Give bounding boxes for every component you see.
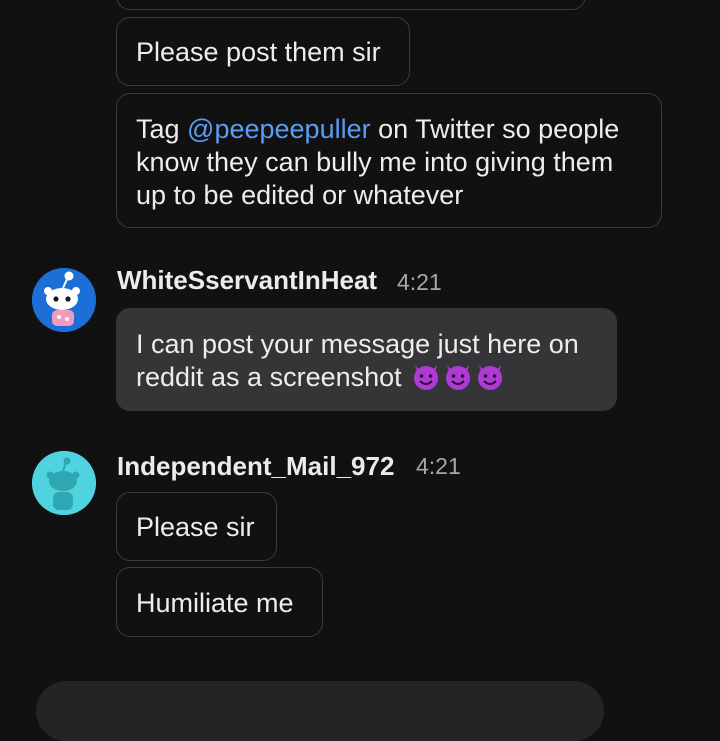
message-bubble[interactable]: Please post them sir <box>116 17 410 86</box>
smiling-devil-icon <box>475 361 505 399</box>
smiling-devil-icon <box>443 361 473 399</box>
message-bubble-cut[interactable] <box>116 0 586 10</box>
message-author[interactable]: WhiteSservantInHeat <box>117 265 377 296</box>
message-bubble[interactable]: Humiliate me <box>116 567 323 637</box>
message-timestamp: 4:21 <box>397 269 442 295</box>
message-text: Please post them sir <box>136 37 381 67</box>
user-avatar[interactable] <box>32 451 96 515</box>
message-text: Humiliate me <box>136 588 294 618</box>
message-timestamp: 4:21 <box>416 453 461 479</box>
user-avatar[interactable] <box>32 268 96 332</box>
message-text: Please sir <box>136 512 255 542</box>
smiling-devil-icon <box>411 361 441 399</box>
user-mention-link[interactable]: @peepeepuller <box>187 114 371 144</box>
snoo-avatar-icon <box>32 451 96 515</box>
message-text: Tag <box>136 114 188 144</box>
message-bubble[interactable]: Please sir <box>116 492 277 561</box>
snoo-avatar-icon <box>32 268 96 332</box>
message-input-bar[interactable] <box>36 681 604 741</box>
message-author[interactable]: Independent_Mail_972 <box>117 451 394 482</box>
message-bubble[interactable]: I can post your message just here on red… <box>116 308 617 411</box>
message-text: I can post your message just here on red… <box>136 329 579 392</box>
message-bubble[interactable]: Tag @peepeepuller on Twitter so people k… <box>116 93 662 228</box>
